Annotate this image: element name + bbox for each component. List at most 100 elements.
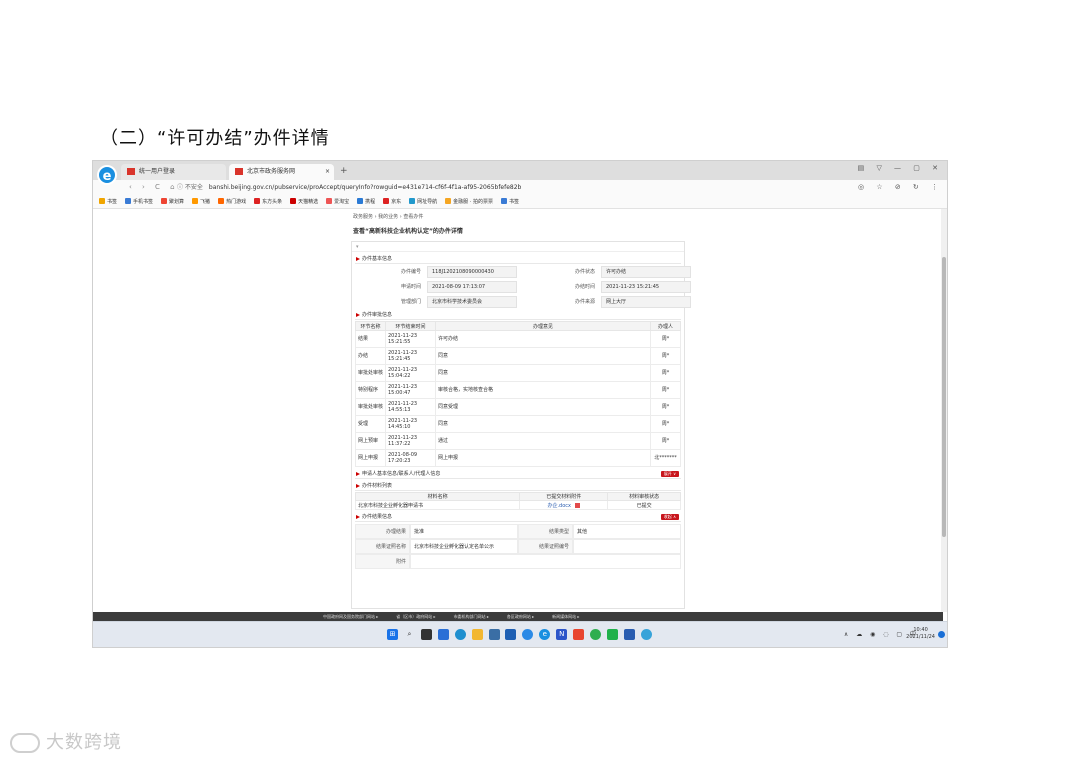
bookmark-item[interactable]: 京东 xyxy=(383,195,401,208)
detail-panel: ▾ 办件基本信息 办件编号 118J1202108090000430 办件状态 … xyxy=(351,241,691,609)
field-value: 其他 xyxy=(573,524,681,539)
bookmarks-bar: 书签 手机书签 聚划算 飞猪 热门游戏 东方头条 天猫精选 爱淘宝 携程 京东 网址导航 金融服 · … xyxy=(93,195,947,209)
tab-gov-services[interactable]: 北京市政务服务网 × xyxy=(229,164,334,180)
table-row: 办结 2021-11-23 15:21:45 同意 周* xyxy=(355,347,681,365)
app-n-icon[interactable]: N xyxy=(556,629,568,640)
bookmark-icon xyxy=(409,198,416,204)
clock-time: 10:40 xyxy=(913,627,928,633)
bookmark-item[interactable]: 手机书签 xyxy=(125,195,153,208)
url-text: banshi.beijing.gov.cn/pubservice/proAcce… xyxy=(208,184,522,191)
column-header: 办理意见 xyxy=(435,321,651,331)
scrollbar-thumb[interactable] xyxy=(942,257,946,537)
panel-collapse[interactable]: ▾ xyxy=(352,242,684,252)
applicant-info-header[interactable]: 申请人基本信息/联系人/代理人信息 展开 ∨ xyxy=(355,469,681,479)
audit-step: 受理 xyxy=(355,415,386,433)
footer-link[interactable]: 市委机构部门网站 ▸ xyxy=(454,614,489,619)
tab-unified-login[interactable]: 统一用户登录 xyxy=(121,164,226,180)
bookmark-label: 金融服 · 拍的票票 xyxy=(453,199,493,205)
audit-opinion: 审核合格，实地核查合格 xyxy=(435,381,651,399)
audit-step: 网上申报 xyxy=(355,449,386,467)
bookmark-item[interactable]: 书签 xyxy=(500,195,519,208)
section-marker-icon xyxy=(356,484,360,488)
address-bar-actions[interactable]: ◎ ☆ ⊘ ↻ ⋮ xyxy=(858,183,943,191)
bookmark-icon xyxy=(500,198,507,204)
word-icon[interactable] xyxy=(623,629,635,640)
clock[interactable]: 10:40 2021/11/24 xyxy=(906,627,935,641)
ie-browser-icon[interactable]: e xyxy=(539,629,551,640)
window-controls[interactable]: ▤ ▽ — ▢ ✕ xyxy=(858,164,943,172)
watermark-logo-icon xyxy=(10,733,40,753)
table-row: 网上申报 2021-08-09 17:20:23 网上申报 北******* xyxy=(355,449,681,467)
audit-time: 2021-11-23 15:00:47 xyxy=(385,381,436,399)
bookmark-label: 书签 xyxy=(508,199,519,205)
bookmark-item[interactable]: 金融服 · 拍的票票 xyxy=(445,195,493,208)
mail-icon[interactable] xyxy=(505,629,517,640)
field-value: 许可办结 xyxy=(601,266,691,278)
notification-icon[interactable] xyxy=(938,631,945,638)
bookmark-item[interactable]: 热门游戏 xyxy=(218,195,246,208)
section-label: 办件材料列表 xyxy=(362,483,393,489)
field-label: 结果证照编号 xyxy=(518,539,573,554)
collapse-button[interactable]: 收起 ∧ xyxy=(660,514,679,520)
bookmark-label: 飞猪 xyxy=(200,199,211,205)
table-row: 受理 2021-11-23 14:45:10 同意 周* xyxy=(355,415,681,433)
navigation-buttons[interactable]: ‹ › C ⌂ xyxy=(129,183,179,191)
bookmark-label: 爱淘宝 xyxy=(334,199,350,205)
footer-link[interactable]: 中国政府网及国务院部门网站 ▸ xyxy=(323,614,378,619)
widgets-icon[interactable] xyxy=(437,629,449,640)
field-value: 2021-08-09 17:13:07 xyxy=(427,281,517,293)
breadcrumb[interactable]: 政务服务 › 我的业务 › 查看办件 xyxy=(353,213,423,220)
field-label: 结果证照名称 xyxy=(355,539,410,554)
bookmark-icon xyxy=(290,198,297,204)
close-tab-icon[interactable]: × xyxy=(325,164,330,180)
url-field[interactable]: ⓘ 不安全 banshi.beijing.gov.cn/pubservice/pr… xyxy=(177,182,857,193)
expand-button[interactable]: 展开 ∨ xyxy=(660,471,679,477)
chat-icon[interactable] xyxy=(590,629,602,640)
bookmark-item[interactable]: 网址导航 xyxy=(409,195,437,208)
footer-link[interactable]: 省（区市）政府网站 ▸ xyxy=(396,614,435,619)
field-label: 办件状态 xyxy=(574,269,595,275)
field-label: 申请时间 xyxy=(400,284,421,290)
audit-opinion: 同意 xyxy=(435,364,651,382)
audit-person: 周* xyxy=(650,347,681,365)
bookmark-item[interactable]: 书签 xyxy=(99,195,117,208)
vertical-scrollbar[interactable] xyxy=(941,209,947,612)
qq-browser-icon[interactable] xyxy=(522,629,534,640)
search-icon[interactable]: ⌕ xyxy=(404,629,415,640)
result-info-header[interactable]: 办件结果信息 收起 ∧ xyxy=(355,512,681,522)
material-file-link[interactable]: 办企.docx xyxy=(547,503,571,509)
app-globe-icon[interactable] xyxy=(640,629,652,640)
security-indicator[interactable]: ⓘ 不安全 xyxy=(177,184,203,191)
bookmark-item[interactable]: 飞猪 xyxy=(192,195,211,208)
footer-link[interactable]: 各区政府网站 ▸ xyxy=(507,614,534,619)
section-heading: （二）“许可办结”办件详情 xyxy=(100,128,330,149)
address-bar: ‹ › C ⌂ ⓘ 不安全 banshi.beijing.gov.cn/pubse… xyxy=(93,180,947,195)
column-header: 材料审核状态 xyxy=(607,492,681,501)
start-icon[interactable]: ⊞ xyxy=(387,629,398,640)
new-tab-button[interactable]: + xyxy=(340,164,348,178)
store-icon[interactable] xyxy=(488,629,500,640)
file-explorer-icon[interactable] xyxy=(471,629,483,640)
audit-time: 2021-11-23 15:04:22 xyxy=(385,364,436,382)
watermark: 大数跨境 xyxy=(10,728,122,754)
bookmark-item[interactable]: 爱淘宝 xyxy=(326,195,350,208)
field-label: 办件编号 xyxy=(400,269,421,275)
task-view-icon[interactable] xyxy=(420,629,432,640)
bookmark-item[interactable]: 东方头条 xyxy=(254,195,282,208)
edge-icon[interactable] xyxy=(454,629,466,640)
file-icon[interactable] xyxy=(574,502,580,508)
footer-link[interactable]: 新闻媒体网站 ▸ xyxy=(552,614,579,619)
tab-bar: 统一用户登录 北京市政务服务网 × + ▤ ▽ — ▢ ✕ xyxy=(93,161,947,180)
bookmark-item[interactable]: 携程 xyxy=(357,195,375,208)
taskbar-apps: ⊞ ⌕ e N xyxy=(387,629,656,640)
audit-info-header: 办件审批信息 xyxy=(355,310,681,320)
bookmark-label: 聚划算 xyxy=(169,199,185,205)
bookmark-item[interactable]: 聚划算 xyxy=(161,195,185,208)
field-value: 批准 xyxy=(410,524,518,539)
wechat-icon[interactable] xyxy=(606,629,618,640)
audit-person: 北******* xyxy=(650,449,681,467)
section-marker-icon xyxy=(356,313,360,317)
wps-icon[interactable] xyxy=(573,629,585,640)
audit-step: 审批处审核 xyxy=(355,398,386,416)
bookmark-item[interactable]: 天猫精选 xyxy=(290,195,318,208)
